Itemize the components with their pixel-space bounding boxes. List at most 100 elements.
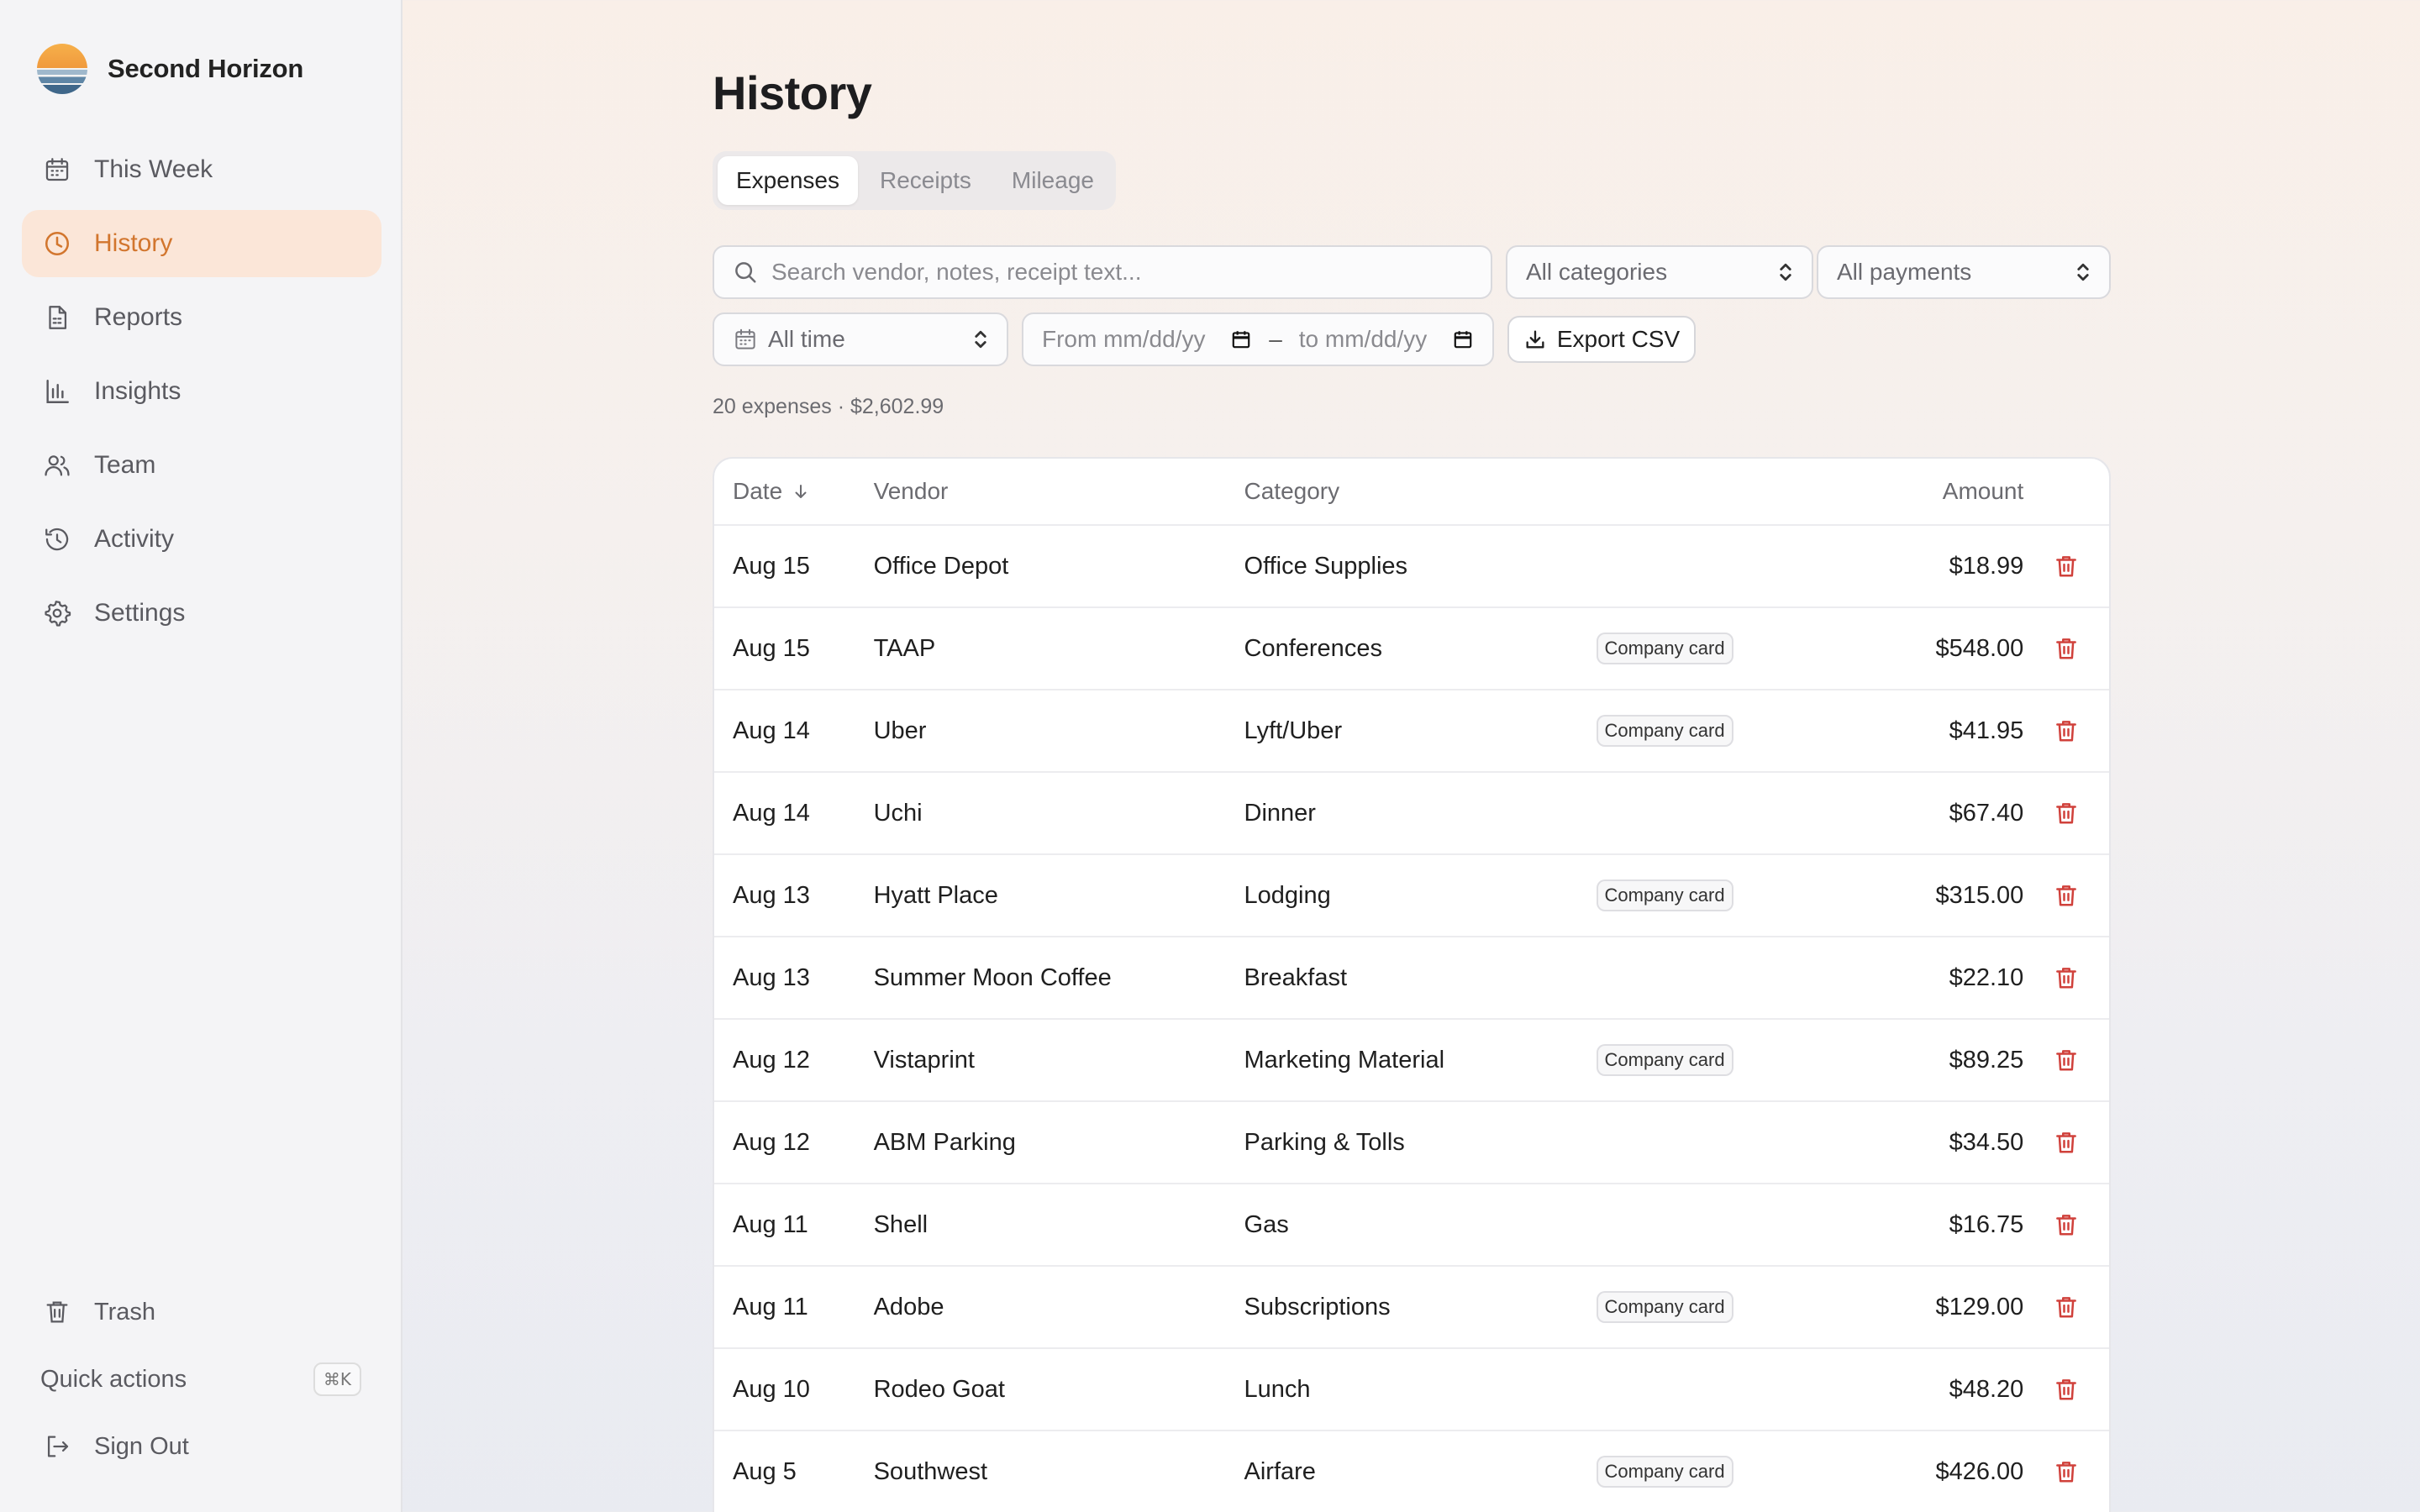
row-category: Office Supplies [1244, 552, 1408, 580]
trash-icon [2056, 1132, 2077, 1153]
row-date: Aug 12 [733, 1128, 810, 1156]
delete-row-button[interactable] [2054, 1294, 2079, 1320]
sidebar: Second Horizon This Week History Reports… [0, 0, 402, 1512]
category-select[interactable]: All categories [1506, 245, 1813, 299]
delete-row-button[interactable] [2054, 801, 2079, 826]
search-input[interactable] [771, 259, 1444, 286]
row-amount: $18.99 [1949, 552, 2024, 580]
row-actions [2023, 965, 2109, 990]
sidebar-item-this-week[interactable]: This Week [22, 136, 381, 203]
sidebar-item-reports[interactable]: Reports [22, 284, 381, 351]
sidebar-item-label: History [94, 229, 173, 257]
delete-row-button[interactable] [2054, 1047, 2079, 1073]
amount-column-header[interactable]: Amount [1786, 478, 2024, 505]
calendar-picker-icon[interactable] [1452, 328, 1474, 350]
calendar-picker-icon[interactable] [1230, 328, 1252, 350]
app-name: Second Horizon [108, 54, 304, 83]
brand[interactable]: Second Horizon [37, 44, 303, 94]
time-range-select[interactable]: All time [713, 312, 1008, 366]
table-row[interactable]: Aug 14 Uchi Dinner $67.40 [714, 773, 2109, 855]
tab-receipts[interactable]: Receipts [861, 156, 990, 205]
page-title: History [713, 66, 872, 119]
row-category: Parking & Tolls [1244, 1128, 1405, 1156]
table-row[interactable]: Aug 13 Hyatt Place Lodging Company card … [714, 855, 2109, 937]
sign-out-button[interactable]: Sign Out [22, 1413, 381, 1480]
sidebar-item-label: Activity [94, 525, 175, 553]
trash-link[interactable]: Trash [22, 1278, 381, 1346]
sidebar-item-team[interactable]: Team [22, 432, 381, 499]
delete-row-button[interactable] [2054, 1377, 2079, 1402]
delete-row-button[interactable] [2054, 1459, 2079, 1484]
row-date: Aug 11 [733, 1210, 808, 1238]
row-amount: $34.50 [1949, 1128, 2024, 1156]
payment-badge: Company card [1596, 1291, 1733, 1323]
row-category: Conferences [1244, 634, 1382, 662]
table-row[interactable]: Aug 13 Summer Moon Coffee Breakfast $22.… [714, 937, 2109, 1020]
trash-icon [2056, 1297, 2077, 1318]
row-category: Gas [1244, 1210, 1289, 1238]
vendor-column-header[interactable]: Vendor [874, 478, 1244, 505]
export-csv-button[interactable]: Export CSV [1507, 316, 1696, 363]
delete-row-button[interactable] [2054, 1212, 2079, 1237]
row-amount: $89.25 [1949, 1046, 2024, 1074]
table-row[interactable]: Aug 11 Shell Gas $16.75 [714, 1184, 2109, 1267]
table-row[interactable]: Aug 15 Office Depot Office Supplies $18.… [714, 526, 2109, 608]
row-amount: $67.40 [1949, 799, 2024, 827]
table-row[interactable]: Aug 15 TAAP Conferences Company card $54… [714, 608, 2109, 690]
trash-icon [2056, 1379, 2077, 1400]
delete-row-button[interactable] [2054, 965, 2079, 990]
quick-actions-label: Quick actions [40, 1365, 187, 1393]
download-icon [1526, 330, 1544, 349]
row-vendor: Office Depot [873, 552, 1009, 580]
from-date-input[interactable]: From mm/dd/yy [1042, 326, 1205, 353]
row-amount: $16.75 [1949, 1210, 2024, 1238]
sidebar-item-label: This Week [94, 155, 213, 183]
table-row[interactable]: Aug 5 Southwest Airfare Company card $42… [714, 1431, 2109, 1512]
to-date-input[interactable]: to mm/dd/yy [1299, 326, 1427, 353]
row-amount: $22.10 [1949, 963, 2024, 991]
category-column-header[interactable]: Category [1244, 478, 1597, 505]
delete-row-button[interactable] [2054, 883, 2079, 908]
trash-icon [42, 1297, 72, 1327]
payment-select-value: All payments [1837, 259, 1972, 285]
row-actions [2023, 1212, 2109, 1237]
row-category: Lodging [1244, 881, 1331, 909]
table-row[interactable]: Aug 11 Adobe Subscriptions Company card … [714, 1267, 2109, 1349]
row-actions [2023, 1294, 2109, 1320]
quick-actions-button[interactable]: Quick actions ⌘K [22, 1346, 381, 1413]
row-category: Breakfast [1244, 963, 1348, 991]
date-column-header[interactable]: Date [714, 478, 874, 505]
tab-mileage[interactable]: Mileage [993, 156, 1113, 205]
delete-row-button[interactable] [2054, 1130, 2079, 1155]
row-vendor: Uchi [873, 799, 923, 827]
clock-icon [42, 228, 72, 259]
payment-badge: Company card [1596, 1456, 1733, 1488]
row-amount: $48.20 [1949, 1375, 2024, 1403]
trash-icon [2056, 556, 2077, 577]
table-row[interactable]: Aug 12 Vistaprint Marketing Material Com… [714, 1020, 2109, 1102]
row-actions [2023, 718, 2109, 743]
table-row[interactable]: Aug 12 ABM Parking Parking & Tolls $34.5… [714, 1102, 2109, 1184]
delete-row-button[interactable] [2054, 554, 2079, 579]
row-date: Aug 15 [733, 634, 810, 662]
row-actions [2023, 1047, 2109, 1073]
sidebar-item-activity[interactable]: Activity [22, 506, 381, 573]
row-date: Aug 5 [733, 1457, 797, 1485]
chevron-up-down-icon [975, 330, 986, 349]
gear-icon [42, 598, 72, 628]
sidebar-item-history[interactable]: History [22, 210, 381, 277]
row-date: Aug 12 [733, 1046, 810, 1074]
delete-row-button[interactable] [2054, 718, 2079, 743]
table-row[interactable]: Aug 14 Uber Lyft/Uber Company card $41.9… [714, 690, 2109, 773]
sign-out-icon [42, 1431, 72, 1462]
delete-row-button[interactable] [2054, 636, 2079, 661]
table-row[interactable]: Aug 10 Rodeo Goat Lunch $48.20 [714, 1349, 2109, 1431]
payment-select[interactable]: All payments [1817, 245, 2111, 299]
sidebar-item-insights[interactable]: Insights [22, 358, 381, 425]
row-vendor: TAAP [873, 634, 936, 662]
expenses-table: Date Vendor Category Amount Aug 15 Offic… [713, 457, 2111, 1512]
sidebar-item-settings[interactable]: Settings [22, 580, 381, 647]
trash-icon [2056, 1215, 2077, 1236]
payment-badge: Company card [1596, 715, 1733, 747]
tab-expenses[interactable]: Expenses [718, 156, 858, 205]
